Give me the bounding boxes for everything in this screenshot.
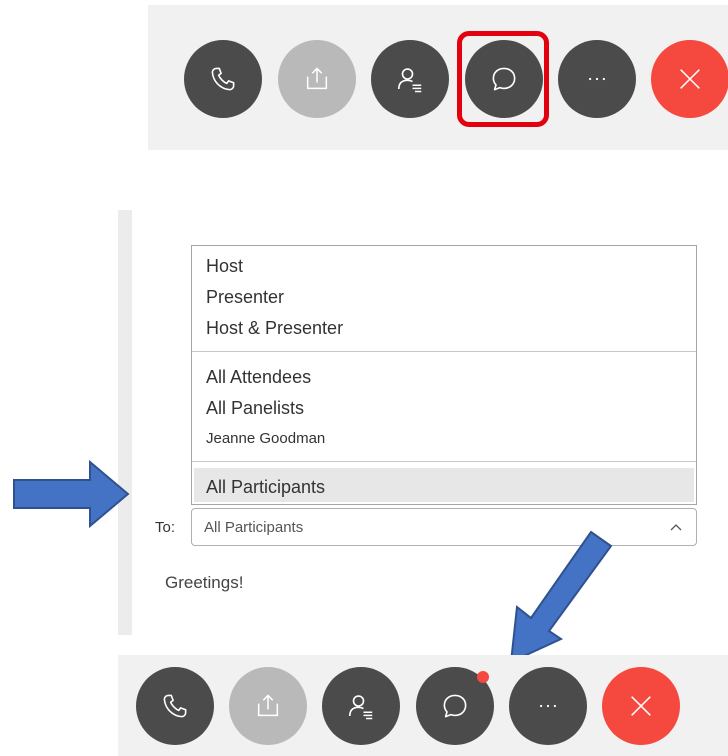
end-meeting-button[interactable] [602, 667, 680, 745]
dropdown-divider [192, 351, 696, 352]
dropdown-option-jeanne-goodman[interactable]: Jeanne Goodman [206, 430, 325, 447]
more-icon [540, 704, 556, 708]
participants-icon [397, 68, 422, 93]
phone-icon [163, 694, 187, 718]
recipient-select[interactable]: All Participants [191, 508, 697, 546]
participants-button[interactable] [322, 667, 400, 745]
chevron-up-icon [670, 524, 682, 531]
participants-button[interactable] [371, 40, 449, 118]
more-button[interactable] [509, 667, 587, 745]
phone-button[interactable] [136, 667, 214, 745]
end-meeting-button[interactable] [651, 40, 728, 118]
dropdown-option-all-panelists[interactable]: All Panelists [206, 398, 304, 419]
close-icon [680, 69, 700, 89]
participants-icon [348, 695, 373, 720]
dropdown-option-presenter[interactable]: Presenter [206, 287, 284, 308]
share-icon [306, 67, 328, 90]
phone-button[interactable] [184, 40, 262, 118]
share-button[interactable] [229, 667, 307, 745]
chat-icon [443, 694, 467, 718]
phone-icon [211, 67, 235, 91]
chat-message: Greetings! [165, 573, 244, 592]
to-label: To: [155, 519, 176, 536]
dropdown-divider [192, 461, 696, 462]
more-button[interactable] [558, 40, 636, 118]
annotation-arrow-right [13, 460, 130, 528]
recipient-dropdown-list: Host Presenter Host & Presenter All Atte… [191, 245, 697, 505]
dropdown-option-all-participants[interactable]: All Participants [206, 477, 325, 498]
share-icon [257, 694, 279, 717]
more-icon [589, 77, 605, 81]
chat-notification-dot [477, 671, 489, 683]
share-button[interactable] [278, 40, 356, 118]
close-icon [631, 696, 651, 716]
dropdown-option-all-attendees[interactable]: All Attendees [206, 367, 311, 388]
chat-button-highlight [457, 31, 549, 127]
annotation-arrow-down [509, 530, 613, 664]
dropdown-option-host-and-presenter[interactable]: Host & Presenter [206, 318, 343, 339]
dropdown-option-host[interactable]: Host [206, 256, 243, 277]
chat-panel-border [118, 210, 132, 635]
recipient-select-value: All Participants [204, 519, 304, 536]
